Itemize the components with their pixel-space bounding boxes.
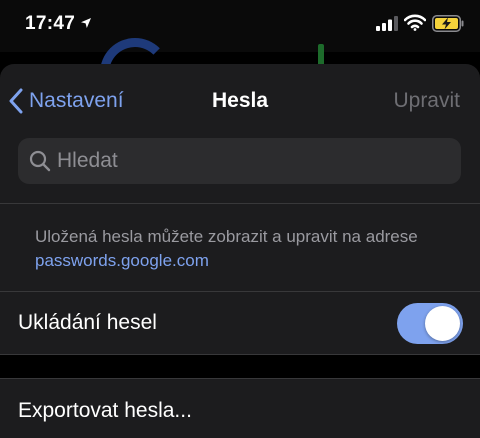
passwords-sheet: Nastavení Hesla Upravit Hledat Uložená h…: [0, 64, 480, 438]
passwords-link[interactable]: passwords.google.com: [35, 249, 418, 273]
info-text: Uložená hesla můžete zobrazit a upravit …: [35, 225, 418, 273]
edit-button[interactable]: Upravit: [393, 89, 460, 113]
section-gap: [0, 355, 480, 378]
navigation-bar: Nastavení Hesla Upravit: [0, 64, 480, 138]
wifi-icon: [404, 14, 426, 31]
status-bar: 17:47: [0, 0, 480, 52]
search-icon: [29, 150, 51, 172]
battery-charging-icon: [432, 15, 464, 32]
save-passwords-label: Ukládání hesel: [18, 311, 157, 334]
export-passwords-row[interactable]: Exportovat hesla...: [0, 379, 480, 438]
divider: [0, 203, 480, 204]
status-time: 17:47: [25, 13, 76, 34]
search-placeholder: Hledat: [57, 149, 118, 172]
save-passwords-toggle[interactable]: [397, 303, 463, 344]
location-arrow-icon: [81, 18, 91, 28]
search-input[interactable]: Hledat: [18, 138, 461, 184]
export-passwords-label: Exportovat hesla...: [18, 399, 192, 422]
toggle-knob: [425, 306, 460, 341]
info-description: Uložená hesla můžete zobrazit a upravit …: [35, 227, 418, 246]
signal-icon: [376, 16, 398, 31]
